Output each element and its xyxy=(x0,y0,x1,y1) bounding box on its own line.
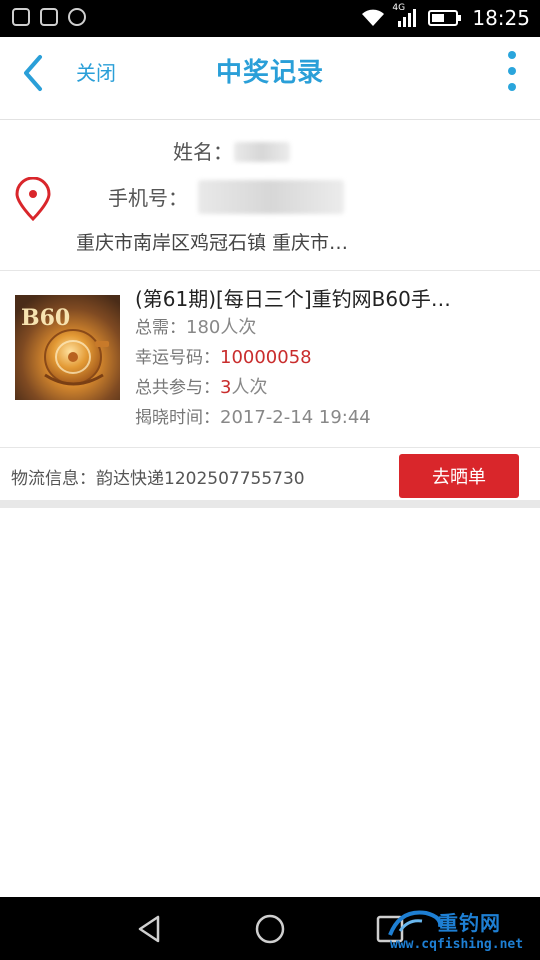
triangle-back-icon xyxy=(138,915,160,943)
shipping-address-card[interactable]: 姓名： 手机号： 重庆市南岸区鸡冠石镇 重庆市… xyxy=(0,120,540,271)
cell-signal-icon: 4G xyxy=(392,3,418,29)
lucky-number-value: 10000058 xyxy=(220,347,312,368)
watermark-url: www.cqfishing.net xyxy=(390,937,524,952)
more-options-button[interactable] xyxy=(502,51,522,91)
page-title: 中奖记录 xyxy=(215,58,324,88)
fishing-reel-image: B60 xyxy=(15,295,120,400)
status-system-icons: 4G 18:25 xyxy=(360,3,530,30)
lucky-number-label: 幸运号码： xyxy=(135,348,220,368)
logistics-info: 物流信息：韵达快递1202507755730 xyxy=(11,469,305,489)
thumbnail-label: B60 xyxy=(21,305,70,331)
participation-label: 总共参与： xyxy=(135,378,220,398)
total-required-value: 180人次 xyxy=(186,317,257,338)
more-dot-icon xyxy=(508,83,516,91)
more-dot-icon xyxy=(508,51,516,59)
status-notification-icons xyxy=(12,8,86,26)
location-pin-icon xyxy=(15,177,51,221)
site-watermark: 重钓网 www.cqfishing.net xyxy=(386,905,536,957)
phone-value-masked xyxy=(198,180,344,214)
reveal-time-label: 揭晓时间： xyxy=(135,408,220,428)
participation-unit: 人次 xyxy=(231,377,268,398)
keyboard-notification-icon xyxy=(40,8,58,26)
participation-row: 总共参与：3人次 xyxy=(135,373,267,399)
phone-label: 手机号： xyxy=(108,186,188,210)
logistics-row: 物流信息：韵达快递1202507755730 去晒单 xyxy=(0,448,540,500)
share-order-button[interactable]: 去晒单 xyxy=(399,454,519,498)
reveal-time-row: 揭晓时间：2017-2-14 19:44 xyxy=(135,403,371,428)
address-text: 重庆市南岸区鸡冠石镇 重庆市… xyxy=(76,232,349,254)
product-thumbnail[interactable]: B60 xyxy=(15,295,120,400)
total-required-label: 总需： xyxy=(135,318,186,338)
participation-count: 3 xyxy=(220,377,232,398)
section-divider xyxy=(0,500,540,508)
nav-back-button[interactable] xyxy=(132,911,168,947)
status-bar: 4G 18:25 xyxy=(0,0,540,37)
name-label: 姓名： xyxy=(173,140,233,164)
gallery-notification-icon xyxy=(12,8,30,26)
prize-item[interactable]: B60 (第61期)[每日三个]重钓网B60手… 总需：180人次 幸运号码：1… xyxy=(0,271,540,448)
reveal-time-value: 2017-2-14 19:44 xyxy=(220,407,371,428)
circle-home-icon xyxy=(255,914,285,944)
watermark-brand: 重钓网 xyxy=(438,911,501,935)
watermark-logo-icon xyxy=(388,910,443,936)
battery-icon xyxy=(428,10,462,26)
nav-home-button[interactable] xyxy=(252,911,288,947)
lucky-number-row: 幸运号码：10000058 xyxy=(135,343,312,368)
name-value-masked xyxy=(234,142,290,162)
clock: 18:25 xyxy=(472,6,530,30)
app-header: 关闭 中奖记录 xyxy=(0,37,540,120)
total-required-row: 总需：180人次 xyxy=(135,313,256,339)
sync-notification-icon xyxy=(68,8,86,26)
wifi-icon xyxy=(362,9,385,26)
network-type: 4G xyxy=(392,3,406,13)
product-title[interactable]: (第61期)[每日三个]重钓网B60手… xyxy=(135,283,480,312)
more-dot-icon xyxy=(508,67,516,75)
